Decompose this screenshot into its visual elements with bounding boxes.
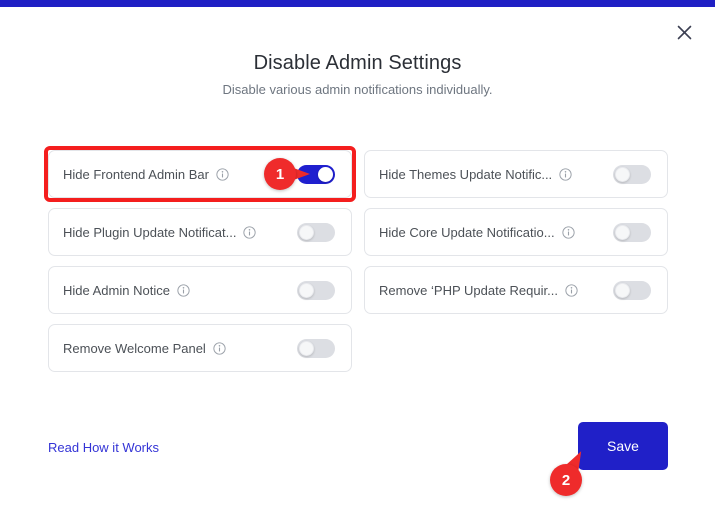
setting-label-wrap: Hide Plugin Update Notificat... <box>63 225 287 240</box>
top-accent-bar <box>0 0 715 7</box>
remove-welcome-panel-toggle[interactable] <box>297 338 335 358</box>
setting-label-wrap: Remove ‘PHP Update Requir... <box>379 283 603 298</box>
hide-core-update-notificatio-toggle[interactable] <box>613 222 651 242</box>
setting-card-hide-admin-notice[interactable]: Hide Admin Notice <box>48 266 352 314</box>
toggle-knob <box>615 224 630 240</box>
toggle-knob <box>615 166 630 182</box>
setting-card-remove-php-update-requir[interactable]: Remove ‘PHP Update Requir... <box>364 266 668 314</box>
hide-admin-notice-toggle[interactable] <box>297 280 335 300</box>
setting-label-wrap: Hide Themes Update Notific... <box>379 167 603 182</box>
toggle-knob <box>299 282 314 298</box>
info-icon[interactable] <box>177 283 190 297</box>
setting-label: Hide Admin Notice <box>63 282 170 298</box>
remove-php-update-requir-toggle[interactable] <box>613 280 651 300</box>
settings-grid-empty-cell <box>364 324 668 372</box>
hide-plugin-update-notificat-toggle[interactable] <box>297 222 335 242</box>
setting-label: Hide Themes Update Notific... <box>379 166 553 182</box>
hide-frontend-admin-bar-toggle[interactable] <box>297 164 335 184</box>
settings-grid: Hide Frontend Admin Bar Hide Themes Updat… <box>48 150 668 372</box>
setting-card-hide-frontend-admin-bar[interactable]: Hide Frontend Admin Bar <box>48 150 352 198</box>
page-subtitle: Disable various admin notifications indi… <box>222 82 493 97</box>
setting-label: Hide Core Update Notificatio... <box>379 224 555 240</box>
setting-card-hide-plugin-update-notificat[interactable]: Hide Plugin Update Notificat... <box>48 208 352 256</box>
info-icon[interactable] <box>565 283 578 297</box>
toggle-knob <box>299 340 314 356</box>
setting-label: Remove ‘PHP Update Requir... <box>379 282 558 298</box>
save-button[interactable]: Save <box>578 422 668 470</box>
setting-card-hide-core-update-notificatio[interactable]: Hide Core Update Notificatio... <box>364 208 668 256</box>
toggle-knob <box>299 224 314 240</box>
info-icon[interactable] <box>213 341 226 355</box>
setting-label: Remove Welcome Panel <box>63 340 206 356</box>
toggle-knob <box>615 282 630 298</box>
page-title: Disable Admin Settings <box>253 52 462 74</box>
info-icon[interactable] <box>216 167 229 181</box>
close-button[interactable] <box>672 20 696 44</box>
setting-card-remove-welcome-panel[interactable]: Remove Welcome Panel <box>48 324 352 372</box>
annotation-badge-2: 2 <box>550 447 600 506</box>
setting-label-wrap: Hide Core Update Notificatio... <box>379 225 603 240</box>
setting-label-wrap: Remove Welcome Panel <box>63 341 287 356</box>
info-icon[interactable] <box>559 167 572 181</box>
setting-label-wrap: Hide Frontend Admin Bar <box>63 167 287 182</box>
read-how-it-works-link[interactable]: Read How it Works <box>48 440 159 455</box>
setting-label-wrap: Hide Admin Notice <box>63 283 287 298</box>
info-icon[interactable] <box>561 225 575 239</box>
setting-label: Hide Frontend Admin Bar <box>63 166 209 182</box>
setting-label: Hide Plugin Update Notificat... <box>63 224 237 240</box>
info-icon[interactable] <box>243 225 257 239</box>
close-icon <box>677 25 691 39</box>
toggle-knob <box>318 166 333 182</box>
hide-themes-update-notific-toggle[interactable] <box>613 164 651 184</box>
setting-card-hide-themes-update-notific[interactable]: Hide Themes Update Notific... <box>364 150 668 198</box>
annotation-number-2: 2 <box>550 464 582 496</box>
